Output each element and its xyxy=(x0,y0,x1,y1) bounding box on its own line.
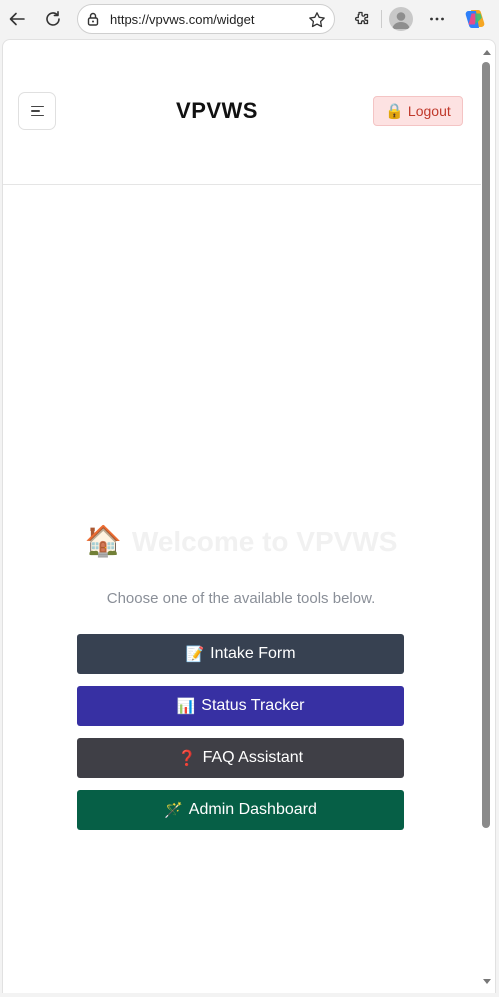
page-viewport: VPVWS 🔒 Logout 🏠 Welcome to VPVWS Choose… xyxy=(2,39,496,993)
scroll-down-icon[interactable] xyxy=(483,979,491,984)
copilot-icon[interactable] xyxy=(463,7,487,31)
extensions-icon[interactable] xyxy=(349,7,373,31)
status-tracker-label: Status Tracker xyxy=(201,697,305,714)
profile-avatar-icon[interactable] xyxy=(389,7,413,31)
welcome-subtitle: Choose one of the available tools below. xyxy=(106,590,376,607)
faq-assistant-button[interactable]: ❓ FAQ Assistant xyxy=(77,738,404,778)
logout-button[interactable]: 🔒 Logout xyxy=(373,96,463,126)
logout-label: Logout xyxy=(407,103,451,119)
vertical-scrollbar[interactable] xyxy=(480,40,492,993)
house-icon: 🏠 xyxy=(84,525,122,558)
toolbar-divider xyxy=(381,10,382,28)
intake-form-button[interactable]: 📝 Intake Form xyxy=(77,634,404,674)
wand-icon: 🪄 xyxy=(164,801,183,819)
address-bar[interactable]: https://vpvws.com/widget xyxy=(77,4,335,34)
admin-dashboard-button[interactable]: 🪄 Admin Dashboard xyxy=(77,790,404,830)
app-title: VPVWS xyxy=(176,98,258,123)
browser-toolbar: https://vpvws.com/widget xyxy=(0,0,499,38)
lock-icon: 🔒 xyxy=(385,102,404,120)
reload-icon[interactable] xyxy=(41,7,65,31)
scroll-thumb[interactable] xyxy=(482,62,490,828)
back-icon[interactable] xyxy=(5,7,29,31)
admin-dashboard-label: Admin Dashboard xyxy=(188,801,317,818)
scroll-up-icon[interactable] xyxy=(483,50,491,55)
status-tracker-button[interactable]: 📊 Status Tracker xyxy=(77,686,404,726)
faq-assistant-label: FAQ Assistant xyxy=(202,749,304,766)
url-text[interactable]: https://vpvws.com/widget xyxy=(110,12,255,27)
welcome-heading: 🏠 Welcome to VPVWS xyxy=(77,526,405,558)
star-icon[interactable] xyxy=(308,11,326,34)
app-header: VPVWS 🔒 Logout xyxy=(3,40,481,185)
question-mark-icon: ❓ xyxy=(177,749,197,767)
welcome-title: Welcome to VPVWS xyxy=(131,526,398,557)
more-options-icon[interactable] xyxy=(425,7,449,31)
memo-icon: 📝 xyxy=(185,645,205,663)
intake-form-label: Intake Form xyxy=(210,645,296,662)
lock-icon[interactable] xyxy=(87,12,99,31)
bar-chart-icon: 📊 xyxy=(176,697,196,715)
